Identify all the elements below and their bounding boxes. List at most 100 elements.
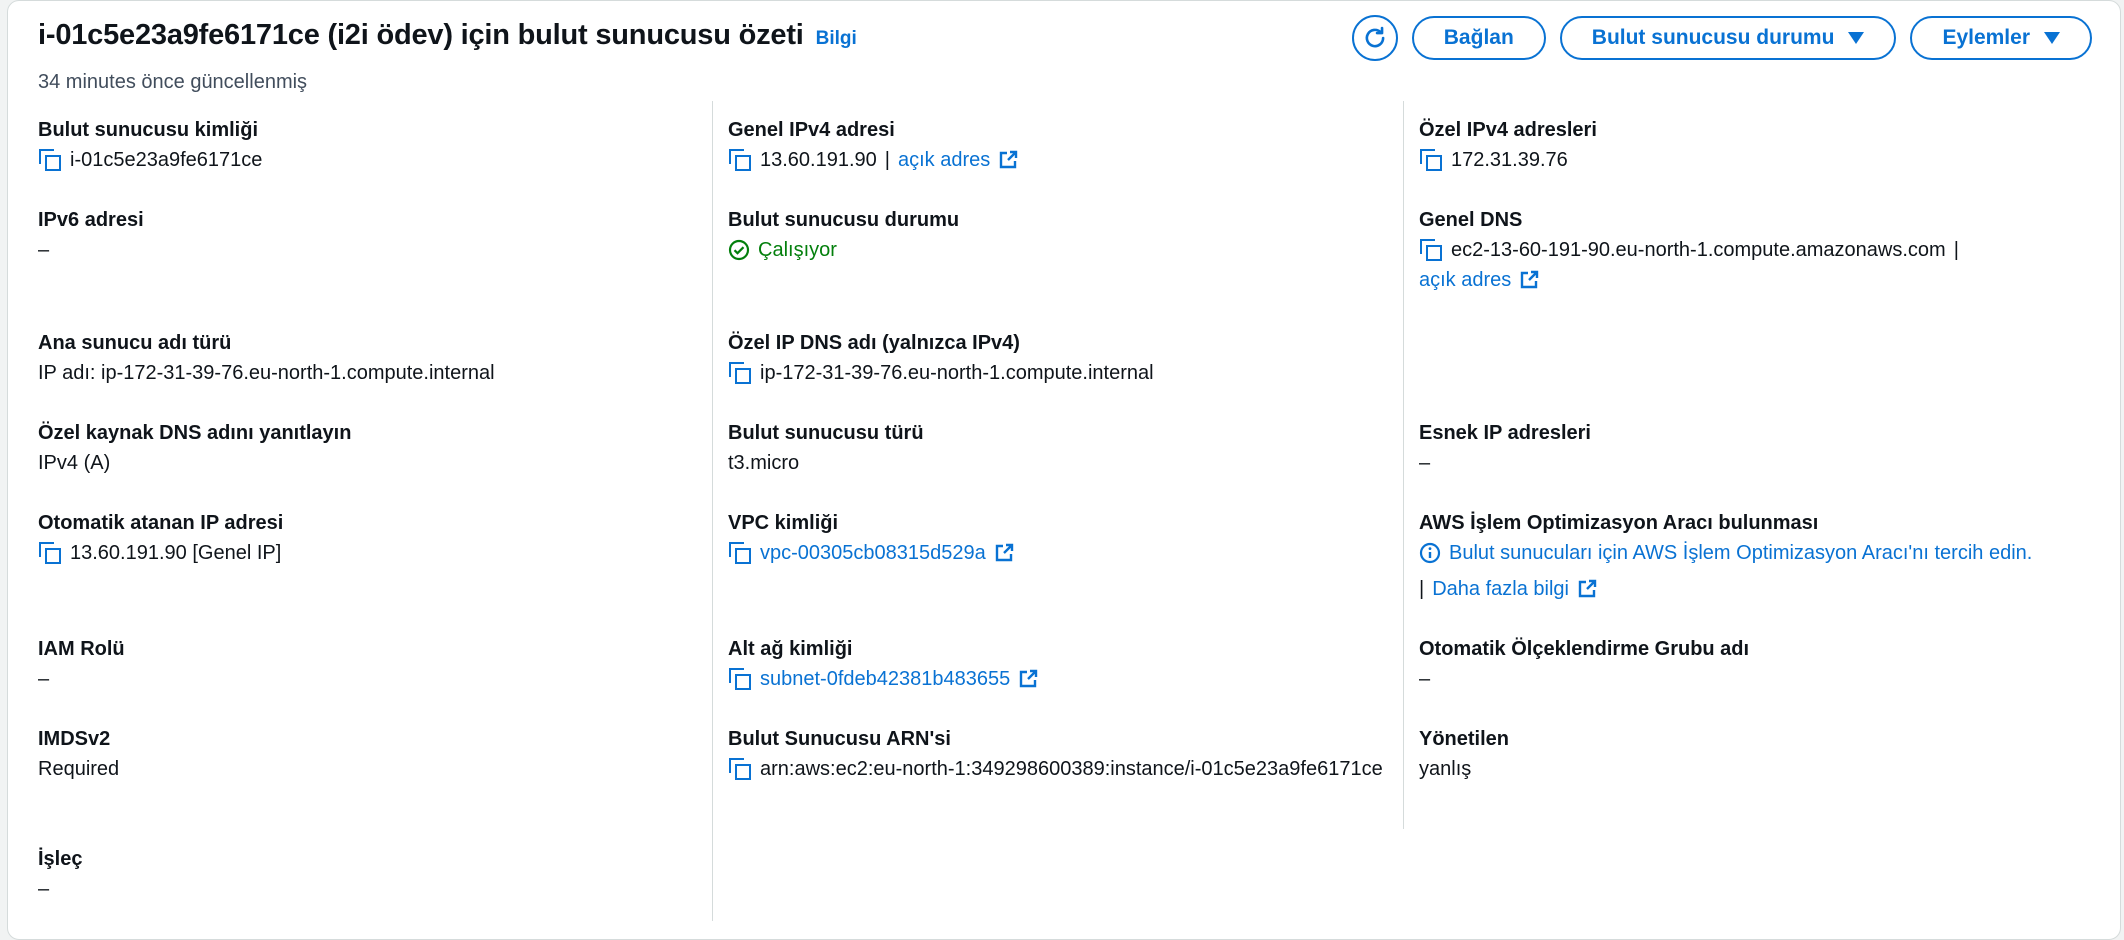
field-value: –: [38, 664, 698, 694]
external-link-icon[interactable]: [1577, 579, 1597, 599]
field-value: açık adres: [1419, 265, 2099, 295]
copy-icon[interactable]: [728, 541, 752, 565]
external-link-icon[interactable]: [998, 150, 1018, 170]
field-value: | Daha fazla bilgi: [1419, 574, 2099, 604]
summary-header: i-01c5e23a9fe6171ce (i2i ödev) için bulu…: [8, 1, 2118, 101]
field-value: 172.31.39.76: [1419, 145, 2099, 175]
field-value: IPv4 (A): [38, 448, 698, 478]
ipv6-value: –: [38, 239, 50, 261]
external-link-icon[interactable]: [1018, 669, 1038, 689]
field-value: t3.micro: [728, 448, 1398, 478]
field-label: Ana sunucu adı türü: [38, 332, 232, 354]
instance-type-value: t3.micro: [728, 452, 800, 474]
copy-icon[interactable]: [728, 667, 752, 691]
field-value: Bulut sunucuları için AWS İşlem Optimiza…: [1419, 538, 2099, 568]
auto-scaling-group-value: –: [1419, 668, 1431, 690]
instance-arn-field: Bulut Sunucusu ARN'si arn:aws:ec2:eu-nor…: [728, 724, 1398, 784]
field-label: AWS İşlem Optimizasyon Aracı bulunması: [1419, 512, 1819, 534]
caret-down-icon: [2044, 32, 2060, 44]
operator-field: İşleç –: [38, 844, 698, 904]
public-dns-field: Genel DNS ec2-13-60-191-90.eu-north-1.co…: [1419, 205, 2099, 295]
resource-dns-field: Özel kaynak DNS adını yanıtlayın IPv4 (A…: [38, 418, 698, 478]
auto-scaling-group-field: Otomatik Ölçeklendirme Grubu adı –: [1419, 634, 2099, 694]
field-label: Bulut sunucusu durumu: [728, 209, 960, 231]
copy-icon[interactable]: [728, 361, 752, 385]
header-actions: Bağlan Bulut sunucusu durumu Eylemler: [1351, 15, 2092, 61]
open-address-link[interactable]: açık adres: [898, 145, 990, 175]
info-circle-icon: [1419, 542, 1441, 564]
info-link[interactable]: Bilgi: [816, 28, 857, 50]
private-dns-value: ip-172-31-39-76.eu-north-1.compute.inter…: [760, 362, 1154, 384]
field-label: Genel IPv4 adresi: [728, 119, 895, 141]
elastic-ip-value: –: [1419, 452, 1431, 474]
instance-id-field: Bulut sunucusu kimliği i-01c5e23a9fe6171…: [38, 115, 698, 175]
copy-icon[interactable]: [728, 757, 752, 781]
subnet-id-link[interactable]: subnet-0fdeb42381b483655: [760, 664, 1010, 694]
vpc-id-field: VPC kimliği vpc-00305cb08315d529a: [728, 508, 1398, 568]
elastic-ip-field: Esnek IP adresleri –: [1419, 418, 2099, 478]
copy-icon[interactable]: [1419, 148, 1443, 172]
caret-down-icon: [1848, 32, 1865, 44]
compute-optimizer-link[interactable]: Bulut sunucuları için AWS İşlem Optimiza…: [1449, 538, 2032, 568]
field-label: İşleç: [38, 848, 83, 870]
iam-role-value: –: [38, 668, 50, 690]
field-label: Yönetilen: [1419, 728, 1510, 750]
field-value: Required: [38, 754, 698, 784]
instance-state-field: Bulut sunucusu durumu Çalışıyor: [728, 205, 1398, 265]
last-updated-text: 34 minutes önce güncellenmiş: [38, 71, 308, 93]
ipv6-field: IPv6 adresi –: [38, 205, 698, 265]
instance-id-value: i-01c5e23a9fe6171ce: [70, 149, 263, 171]
copy-icon[interactable]: [38, 541, 62, 565]
field-value: –: [38, 874, 698, 904]
field-value: subnet-0fdeb42381b483655: [728, 664, 1398, 694]
copy-icon[interactable]: [38, 148, 62, 172]
actions-dropdown[interactable]: Eylemler: [1910, 16, 2092, 60]
operator-value: –: [38, 878, 50, 900]
instance-state-dropdown-label: Bulut sunucusu durumu: [1591, 26, 1835, 49]
field-value: Çalışıyor: [728, 235, 1398, 265]
separator: |: [884, 149, 890, 171]
instance-state-dropdown[interactable]: Bulut sunucusu durumu: [1559, 16, 1897, 60]
auto-ip-field: Otomatik atanan IP adresi 13.60.191.90 […: [38, 508, 698, 568]
iam-role-field: IAM Rolü –: [38, 634, 698, 694]
managed-value: yanlış: [1419, 758, 1472, 780]
auto-ip-value: 13.60.191.90 [Genel IP]: [70, 542, 282, 564]
vpc-id-link[interactable]: vpc-00305cb08315d529a: [760, 538, 986, 568]
column-divider: [712, 101, 713, 921]
field-value: vpc-00305cb08315d529a: [728, 538, 1398, 568]
instance-state-value: Çalışıyor: [758, 239, 837, 261]
field-label: VPC kimliği: [728, 512, 839, 534]
field-value: –: [1419, 448, 2099, 478]
connect-button[interactable]: Bağlan: [1411, 16, 1546, 60]
field-label: Özel IP DNS adı (yalnızca IPv4): [728, 332, 1020, 354]
copy-icon[interactable]: [1419, 238, 1443, 262]
field-label: IAM Rolü: [38, 638, 125, 660]
separator: |: [1419, 578, 1425, 600]
hostname-type-field: Ana sunucu adı türü IP adı: ip-172-31-39…: [38, 328, 698, 388]
private-ipv4-value: 172.31.39.76: [1451, 149, 1568, 171]
field-label: Özel IPv4 adresleri: [1419, 119, 1597, 141]
external-link-icon[interactable]: [994, 543, 1014, 563]
hostname-type-value: IP adı: ip-172-31-39-76.eu-north-1.compu…: [38, 362, 495, 384]
public-ipv4-field: Genel IPv4 adresi 13.60.191.90 | açık ad…: [728, 115, 1398, 175]
imdsv2-field: IMDSv2 Required: [38, 724, 698, 784]
field-value: 13.60.191.90 | açık adres: [728, 145, 1398, 175]
separator: |: [1953, 239, 1959, 261]
title-row: i-01c5e23a9fe6171ce (i2i ödev) için bulu…: [38, 19, 857, 52]
learn-more-link[interactable]: Daha fazla bilgi: [1432, 574, 1569, 604]
private-ipv4-field: Özel IPv4 adresleri 172.31.39.76: [1419, 115, 2099, 175]
open-address-link[interactable]: açık adres: [1419, 265, 1511, 295]
field-label: IPv6 adresi: [38, 209, 144, 231]
field-label: Esnek IP adresleri: [1419, 422, 1591, 444]
external-link-icon[interactable]: [1519, 270, 1539, 290]
actions-dropdown-label: Eylemler: [1942, 26, 2030, 49]
field-label: Otomatik atanan IP adresi: [38, 512, 284, 534]
copy-icon[interactable]: [728, 148, 752, 172]
subnet-id-field: Alt ağ kimliği subnet-0fdeb42381b483655: [728, 634, 1398, 694]
managed-field: Yönetilen yanlış: [1419, 724, 2099, 784]
resource-dns-value: IPv4 (A): [38, 452, 111, 474]
instance-summary-panel: i-01c5e23a9fe6171ce (i2i ödev) için bulu…: [7, 0, 2121, 940]
refresh-button[interactable]: [1351, 15, 1398, 61]
instance-arn-value: arn:aws:ec2:eu-north-1:349298600389:inst…: [760, 758, 1383, 780]
field-value: –: [1419, 664, 2099, 694]
